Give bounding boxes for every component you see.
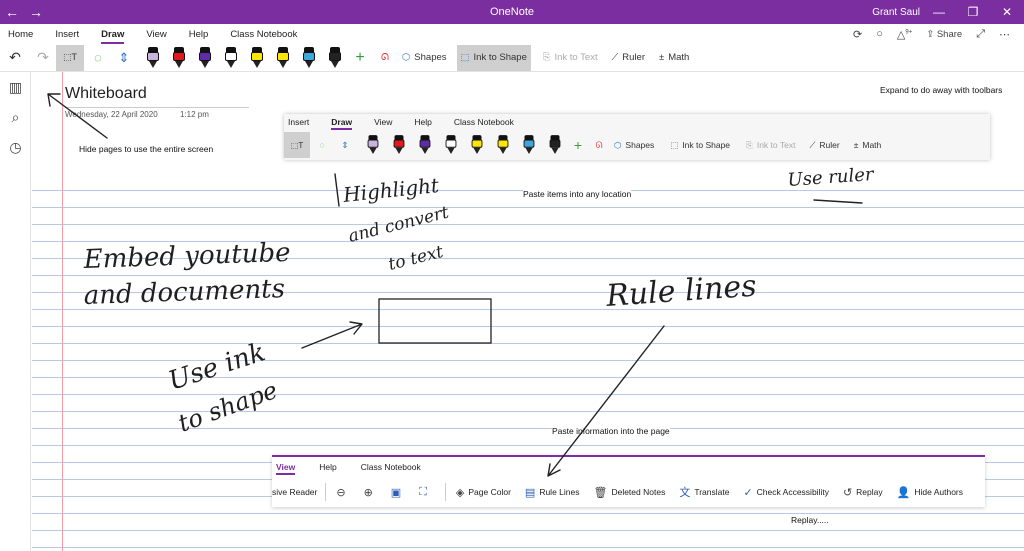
window-title: OneNote bbox=[489, 6, 535, 18]
sync-icon[interactable]: ⟳ bbox=[853, 28, 862, 41]
notebooks-icon[interactable]: ▥ bbox=[0, 72, 31, 102]
lasso-select-icon[interactable]: ◌ bbox=[84, 45, 112, 71]
ink-layer[interactable]: Highlight and convert to text Embed yout… bbox=[32, 72, 1024, 551]
redo-icon[interactable]: ↷ bbox=[30, 45, 56, 71]
forward-icon[interactable]: → bbox=[24, 4, 48, 20]
ink-to-text-label: Ink to Text bbox=[554, 52, 598, 63]
ink-to-shape-label: Ink to Shape bbox=[473, 52, 527, 63]
left-nav: ▥ ⌕ ◷ bbox=[0, 72, 31, 551]
ink-to-shape-button[interactable]: ⬚ Ink to Shape bbox=[456, 44, 531, 71]
user-name[interactable]: Grant Saul bbox=[872, 7, 920, 18]
tab-class-notebook[interactable]: Class Notebook bbox=[230, 29, 297, 40]
lasso-type-icon[interactable]: ⬚T bbox=[56, 44, 84, 71]
ribbon-pen-3[interactable] bbox=[197, 46, 213, 69]
close-button[interactable]: ✕ bbox=[990, 5, 1024, 19]
ink-highlight-1: Highlight bbox=[341, 173, 441, 207]
ink-arrow-rule-lines bbox=[547, 325, 665, 477]
ink-embed-1: Embed youtube bbox=[82, 238, 291, 275]
ink-replay-icon[interactable]: ᘏ bbox=[372, 45, 398, 71]
recent-icon[interactable]: ◷ bbox=[0, 132, 31, 162]
notification-badge: 9+ bbox=[905, 28, 913, 35]
ink-arrow-hide-pages bbox=[47, 93, 108, 139]
tab-draw[interactable]: Draw bbox=[101, 29, 125, 44]
ink-to-text-button[interactable]: ⎘ Ink to Text bbox=[539, 45, 602, 71]
expand-icon[interactable]: ⤢ bbox=[976, 28, 985, 41]
restore-button[interactable]: ❐ bbox=[956, 5, 990, 19]
ribbon-pen-1[interactable] bbox=[145, 46, 161, 69]
ink-to-text-icon: ⎘ bbox=[542, 52, 551, 63]
share-button[interactable]: ⇪ Share bbox=[926, 29, 962, 40]
title-bar: ← → OneNote Grant Saul — ❐ ✕ bbox=[0, 0, 1024, 24]
tab-insert[interactable]: Insert bbox=[55, 29, 79, 40]
ink-use-ruler: Use ruler bbox=[787, 164, 876, 191]
search-icon[interactable]: ⌕ bbox=[0, 102, 31, 132]
ruler-button[interactable]: ⟋ Ruler bbox=[608, 45, 649, 71]
ink-to-shape-icon: ⬚ bbox=[460, 52, 470, 63]
ruler-icon: ⟋ bbox=[611, 52, 619, 63]
ink-highlight-bar bbox=[334, 173, 340, 207]
ink-highlight-3: to text bbox=[386, 242, 445, 275]
ribbon-pen-7[interactable] bbox=[301, 46, 317, 69]
undo-icon[interactable]: ↶ bbox=[0, 45, 30, 71]
ruler-label: Ruler bbox=[622, 52, 645, 63]
share-label: Share bbox=[936, 28, 963, 40]
ribbon-pen-2[interactable] bbox=[171, 46, 187, 69]
tab-view[interactable]: View bbox=[146, 29, 166, 40]
ribbon-pen-4[interactable] bbox=[223, 46, 239, 69]
ink-embed-2: and documents bbox=[83, 274, 285, 311]
pen-gallery bbox=[140, 46, 348, 69]
tab-home[interactable]: Home bbox=[8, 29, 33, 40]
more-icon[interactable]: ⋯ bbox=[999, 28, 1010, 41]
back-icon[interactable]: ← bbox=[0, 4, 24, 20]
math-button[interactable]: ± Math bbox=[655, 45, 693, 71]
ink-rectangle bbox=[378, 298, 492, 344]
add-pen-icon[interactable]: + bbox=[348, 45, 372, 71]
tab-help[interactable]: Help bbox=[189, 29, 209, 40]
minimize-button[interactable]: — bbox=[922, 5, 956, 19]
ink-rule-lines: Rule lines bbox=[604, 269, 758, 314]
ink-arrow-to-shape bbox=[301, 321, 363, 349]
shapes-label: Shapes bbox=[414, 52, 447, 63]
lightbulb-icon[interactable]: ○ bbox=[876, 28, 883, 40]
shapes-button[interactable]: ⬡ Shapes bbox=[398, 45, 451, 71]
draw-toolbar: ↶ ↷ ⬚T ◌ ⇕ + ᘏ ⬡ Shapes ⬚ Ink to Shape ⎘ In… bbox=[0, 44, 1024, 72]
page-canvas[interactable]: Whiteboard Wednesday, 22 April 2020 1:12… bbox=[32, 72, 1024, 551]
math-label: Math bbox=[668, 52, 690, 63]
ink-ruler-underline bbox=[813, 199, 863, 204]
add-space-icon[interactable]: ⇕ bbox=[112, 45, 136, 71]
math-icon: ± bbox=[658, 52, 665, 63]
shapes-icon: ⬡ bbox=[402, 52, 411, 63]
ink-highlight-2: and convert bbox=[346, 203, 451, 247]
ribbon-pen-8[interactable] bbox=[327, 46, 343, 69]
ribbon-pen-6[interactable] bbox=[275, 46, 291, 69]
notifications-icon[interactable]: △9+ bbox=[897, 28, 912, 41]
ribbon-tabs: Home Insert Draw View Help Class Noteboo… bbox=[0, 24, 1024, 44]
ribbon-pen-5[interactable] bbox=[249, 46, 265, 69]
